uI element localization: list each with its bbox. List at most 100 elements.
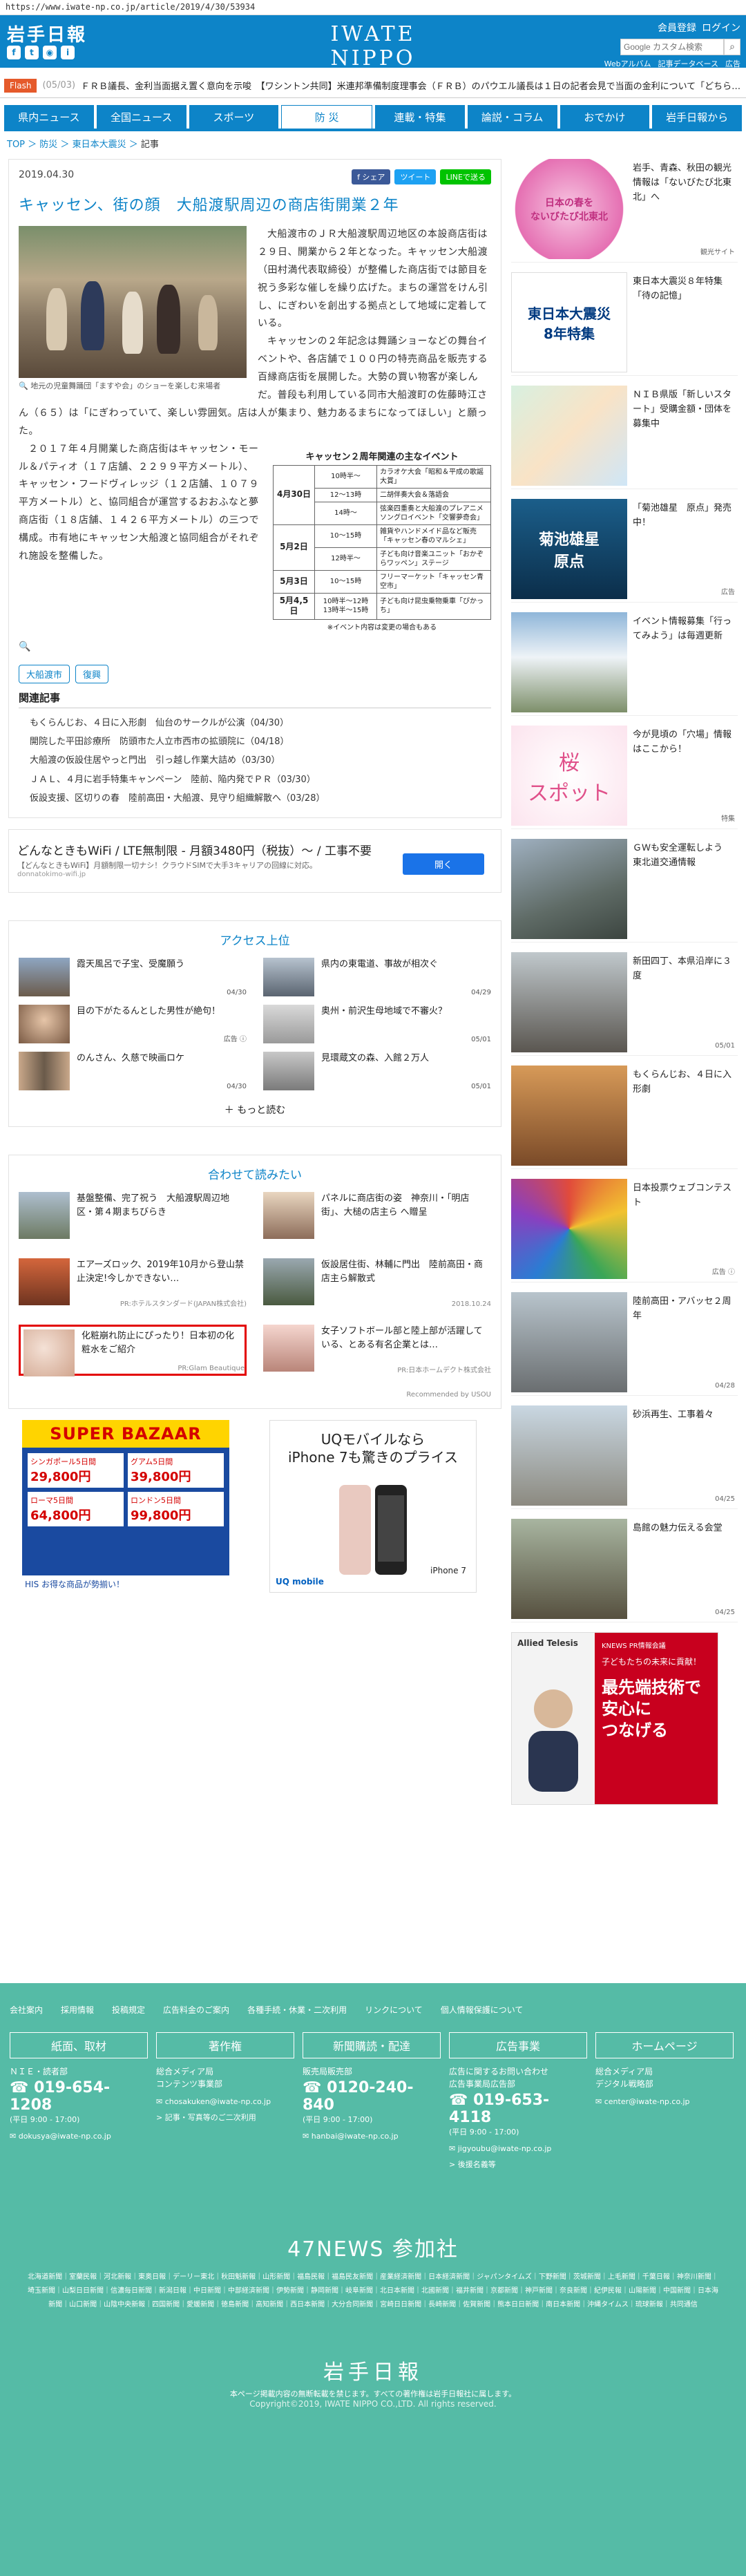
recommend-text: 基盤整備、完了祝う 大船渡駅周辺地区・第４期まちびらき xyxy=(77,1193,230,1218)
footer-link[interactable]: 投稿規定 xyxy=(112,2004,145,2016)
related-item[interactable]: もくらんじお、４日に入形劇 仙台のサークルが公演（04/30） xyxy=(19,714,491,732)
footer-link[interactable]: 会社案内 xyxy=(10,2004,43,2016)
person-figure xyxy=(528,1689,578,1792)
sidebar-item[interactable]: 菊池雄星 原点 「菊池雄星 原点」発売中！ 広告 xyxy=(511,499,738,603)
instagram-icon[interactable]: i xyxy=(61,46,75,59)
line-share-button[interactable]: LINEで送る xyxy=(440,169,491,184)
ranking-item[interactable]: 見環蔵文の森、入館２万人 05/01 xyxy=(263,1052,491,1095)
nav-disaster[interactable]: 防 災 xyxy=(281,105,372,129)
ranking-date: 広告 ⓘ xyxy=(223,1036,247,1044)
tweet-button[interactable]: ツイート xyxy=(394,169,437,184)
related-item[interactable]: 開院した平田診療所 防頭市た人立市西市の拡頭院に（04/18） xyxy=(19,732,491,751)
phone-number[interactable]: ☎ 019-654-1208 xyxy=(10,2079,148,2114)
line-icon[interactable]: ◉ xyxy=(43,46,57,59)
crumb-disaster[interactable]: 防災 xyxy=(39,140,57,150)
footer-link[interactable]: 採用情報 xyxy=(61,2004,94,2016)
facebook-icon[interactable]: f xyxy=(7,46,21,59)
sidebar-item[interactable]: イベント情報募集「行ってみよう」は毎週更新 xyxy=(511,612,738,716)
ad-open-button[interactable]: 開く xyxy=(402,853,484,875)
facebook-share-button[interactable]: f シェア xyxy=(352,169,391,184)
copyright-notice: 本ページ掲載内容の無断転載を禁じます。すべての著作権は岩手日報社に属します。 xyxy=(229,2389,517,2398)
his-banner[interactable]: SUPER BAZAAR シンガポール5日間 29,800円 グアム5日間 39,8… xyxy=(22,1420,229,1593)
related-item[interactable]: 大船渡の仮設住居やっと門出 引っ越し作業大詰め（03/30） xyxy=(19,751,491,770)
event-day: 5月4,5日 xyxy=(273,592,315,620)
recommend-item[interactable]: パネルに商店街の姿 神奈川・「明店街」、大槌の店主ら へ贈呈 xyxy=(263,1192,491,1243)
recommend-credit[interactable]: Recommended by USOU xyxy=(19,1391,491,1399)
footer-link[interactable]: リンクについて xyxy=(365,2004,423,2016)
related-item[interactable]: 仮設支援、区切りの春 陸前高田・大船渡、見守り組織解散へ（03/28） xyxy=(19,789,491,808)
register-link[interactable]: 会員登録 xyxy=(658,21,696,35)
sidebar-item[interactable]: もくらんじお、４日に入形劇 xyxy=(511,1066,738,1169)
article-photo[interactable]: 🔍 地元の児童舞踊団「ますや会」のショーを楽しむ来場者 xyxy=(19,226,247,392)
mail-link[interactable]: ✉ dokusya@iwate-np.co.jp xyxy=(10,2132,148,2141)
recommend-item[interactable]: エアーズロック、2019年10月から登山禁止決定!今しかできない… PR:ホテルス… xyxy=(19,1258,247,1309)
footer-link[interactable]: 個人情報保護について xyxy=(441,2004,524,2016)
allied-telesis-ad[interactable]: Allied Telesis KNEWS PR情報会議 子どもたちの未来に貢献！… xyxy=(511,1632,718,1805)
wifi-ad[interactable]: どんなときもWiFi / LTE無制限 - 月額3480円（税抜）～ / 工事不… xyxy=(8,829,501,893)
twitter-icon[interactable]: t xyxy=(25,46,39,59)
sidebar-item[interactable]: 陸前高田・アバッセ２周年 04/28 xyxy=(511,1292,738,1396)
sponsorship-link[interactable]: > 後援名義等 xyxy=(449,2159,587,2170)
sidebar-item[interactable]: ＮＩＢ県版「新しいスタート」受購金額・団体を募集中 xyxy=(511,386,738,489)
more-button[interactable]: ＋ もっと読む xyxy=(19,1103,491,1117)
sidebar-item[interactable]: 砂浜再生、工事着々 04/25 xyxy=(511,1405,738,1509)
recommend-item[interactable]: 仮設居住街、林輔に門出 陸前高田・商店主ら解散式 2018.10.24 xyxy=(263,1258,491,1309)
tag-recovery[interactable]: 復興 xyxy=(75,664,109,683)
sidebar-item[interactable]: 新田四丁、本県沿岸に３度 05/01 xyxy=(511,952,738,1056)
today-date: 2019.05.03. 木 xyxy=(331,73,415,84)
ranking-item[interactable]: 霞天風呂で子宝、受魔願う 04/30 xyxy=(19,958,247,1001)
footer-link[interactable]: 広告料金のご案内 xyxy=(163,2004,229,2016)
uq-banner[interactable]: UQモバイルなら iPhone 7も驚きのプライス iPhone 7 UQ mo… xyxy=(269,1420,477,1593)
crumb-top[interactable]: TOP xyxy=(7,140,25,150)
nav-opinion[interactable]: 論説・コラム xyxy=(467,105,557,129)
ranking-item[interactable]: 県内の東電道、事故が相次ぐ 04/29 xyxy=(263,958,491,1001)
site-logo[interactable]: 岩手日報 xyxy=(7,21,87,46)
address-bar[interactable]: https://www.iwate-np.co.jp/article/2019/… xyxy=(0,0,746,15)
phone-number[interactable]: ☎ 0120-240-840 xyxy=(303,2079,441,2114)
dance-photo[interactable] xyxy=(19,226,247,378)
mail-link[interactable]: ✉ jigyoubu@iwate-np.co.jp xyxy=(449,2144,587,2153)
recommend-item[interactable]: 基盤整備、完了祝う 大船渡駅周辺地区・第４期まちびらき xyxy=(19,1192,247,1243)
phone-number[interactable]: ☎ 019-653-4118 xyxy=(449,2092,587,2126)
sidebar-item[interactable]: 桜 スポット 今が見頃の「穴場」情報はここから！ 特集 xyxy=(511,726,738,829)
mail-link[interactable]: ✉ chosakuken@iwate-np.co.jp xyxy=(156,2097,294,2106)
nav-sports[interactable]: スポーツ xyxy=(189,105,279,129)
crumb-earthquake[interactable]: 東日本大震災 xyxy=(73,140,126,150)
recommend-item[interactable]: 女子ソフトボール部と陸上部が活躍している、とある有名企業とは… PR:日本ホームデ… xyxy=(263,1325,491,1376)
search-input[interactable] xyxy=(620,39,724,55)
recommend-item-highlighted[interactable]: 化粧崩れ防止にぴったり！日本初の化粧水をご紹介 PR:Glam Beautique xyxy=(19,1325,247,1377)
mail-link[interactable]: ✉ hanbai@iwate-np.co.jp xyxy=(303,2132,441,2141)
ads-link[interactable]: 広告 xyxy=(725,58,740,69)
nav-national[interactable]: 全国ニュース xyxy=(96,105,186,129)
banner-ads: SUPER BAZAAR シンガポール5日間 29,800円 グアム5日間 39,8… xyxy=(8,1420,501,1593)
secondary-use-link[interactable]: > 記事・写真等のご二次利用 xyxy=(156,2112,294,2123)
related-item[interactable]: ＪＡＬ、４月に岩手特集キャンペーン 陸前、陥内発でＰＲ（03/30） xyxy=(19,770,491,789)
ranking-item[interactable]: 目の下がたるんとした男性が絶句！ 広告 ⓘ xyxy=(19,1005,247,1048)
mail-link[interactable]: ✉ center@iwate-np.co.jp xyxy=(595,2097,734,2106)
nav-prefecture[interactable]: 県内ニュース xyxy=(4,105,94,129)
footer-link[interactable]: 各種手続・休業・二次利用 xyxy=(247,2004,347,2016)
event-table[interactable]: キャッセン２周年関連の主なイベント 4月30日 10時半～ カラオケ大会「昭和＆平成… xyxy=(273,449,491,632)
sidebar-item[interactable]: 島館の魅力伝える会堂 04/25 xyxy=(511,1519,738,1622)
web-album-link[interactable]: Webアルバム xyxy=(604,58,651,69)
database-link[interactable]: 記事データベース xyxy=(658,58,718,69)
center-logo[interactable]: IWATE NIPPO 2019.05.03. 木 xyxy=(290,22,456,84)
search-icon[interactable]: ⌕ xyxy=(724,39,740,55)
contact-columns: 紙面、取材 ＮＩＥ・読者部 ☎ 019-654-1208 (平日 9:00 - 17:… xyxy=(0,2032,746,2170)
ranking-date: 04/30 xyxy=(227,1083,247,1091)
ranking-item[interactable]: 奥州・前沢生母地域で不審火？ 05/01 xyxy=(263,1005,491,1048)
footer-logo[interactable]: 岩手日報 xyxy=(0,2355,746,2385)
login-link[interactable]: ログイン xyxy=(702,21,740,35)
nav-series[interactable]: 連載・特集 xyxy=(375,105,465,129)
nav-from-nippo[interactable]: 岩手日報から xyxy=(652,105,742,129)
sidebar-item[interactable]: 日本の春を ないびたび北東北 岩手、青森、秋田の観光情報は「ないびたび北東北」へ観… xyxy=(511,159,738,263)
search-box: ⌕ xyxy=(620,39,740,55)
ranking-item[interactable]: のんさん、久慈で映画ロケ 04/30 xyxy=(19,1052,247,1095)
sidebar-item[interactable]: ＧＷも安全運転しよう 東北道交通情報 xyxy=(511,839,738,943)
sidebar-item[interactable]: 日本投票ウェブコンテスト 広告 ⓘ xyxy=(511,1179,738,1282)
nav-outing[interactable]: おでかけ xyxy=(560,105,650,129)
sidebar-item[interactable]: 東日本大震災 8年特集 東日本大震災８年特集「待の記憶」 xyxy=(511,272,738,376)
47news-members[interactable]: 北海道新聞｜室蘭民報｜河北新報｜東奥日報｜デーリー東北｜秋田魁新報｜山形新聞｜福… xyxy=(0,2262,746,2320)
zoom-icon[interactable]: 🔍 xyxy=(19,641,491,652)
tag-ofunato[interactable]: 大船渡市 xyxy=(19,664,70,683)
